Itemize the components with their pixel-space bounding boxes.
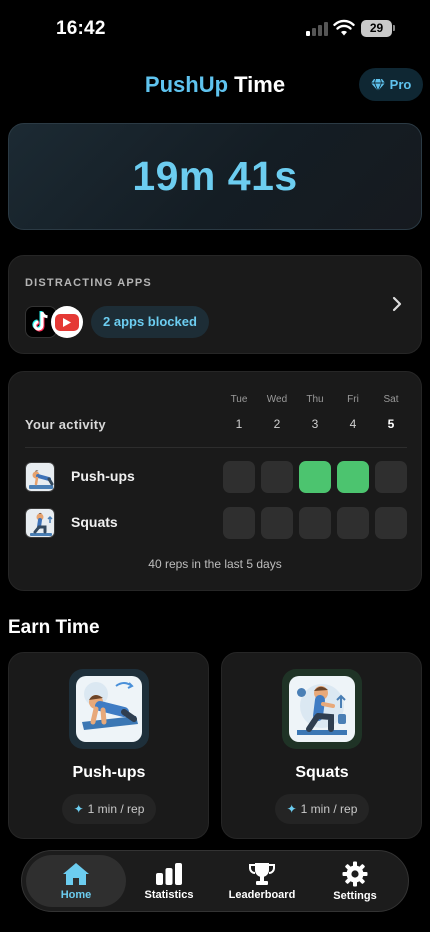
house-icon xyxy=(63,862,89,885)
squat-thumbnail-icon xyxy=(25,508,55,538)
status-time: 16:42 xyxy=(56,18,106,39)
activity-cell xyxy=(375,507,407,539)
earn-rate-text: 1 min / rep xyxy=(87,802,145,816)
activity-row-squats: Squats xyxy=(25,507,407,539)
day-name: Tue xyxy=(230,394,248,405)
day-number: 2 xyxy=(273,417,281,431)
day-number: 3 xyxy=(311,417,319,431)
tab-statistics[interactable]: Statistics xyxy=(119,855,219,907)
earn-card-title: Push-ups xyxy=(72,764,146,781)
day-name: Wed xyxy=(266,394,288,405)
diamond-icon xyxy=(370,78,385,91)
pro-label: Pro xyxy=(389,77,412,92)
wifi-icon xyxy=(333,19,355,36)
earn-rate-badge: ✦ 1 min / rep xyxy=(62,794,156,824)
time-balance-card: 19m 41s xyxy=(8,123,422,230)
tab-settings[interactable]: Settings xyxy=(305,855,405,907)
divider xyxy=(25,447,407,448)
tab-home[interactable]: Home xyxy=(26,855,126,907)
activity-cell xyxy=(223,507,255,539)
app-title-rest: Time xyxy=(228,72,286,97)
tab-leaderboard[interactable]: Leaderboard xyxy=(212,855,312,907)
activity-cell xyxy=(261,507,293,539)
pro-button[interactable]: Pro xyxy=(359,68,423,101)
status-bar: 16:42 29 xyxy=(0,0,430,58)
activity-cell xyxy=(223,461,255,493)
activity-cell-completed xyxy=(337,461,369,493)
reps-summary: 40 reps in the last 5 days xyxy=(148,557,282,571)
tab-label: Statistics xyxy=(144,888,194,901)
battery-indicator: 29 xyxy=(361,20,395,37)
squat-illustration-icon xyxy=(282,669,362,749)
trophy-icon xyxy=(249,862,275,885)
earn-card-pushups[interactable]: Push-ups ✦ 1 min / rep xyxy=(8,652,209,839)
day-number-today: 5 xyxy=(387,417,395,431)
activity-row-pushups: Push-ups xyxy=(25,461,407,493)
activity-cell xyxy=(299,507,331,539)
activity-cell xyxy=(337,507,369,539)
tab-bar: Home Statistics Leaderboard Settings xyxy=(21,850,409,912)
bar-chart-icon xyxy=(156,862,182,885)
distracting-apps-label: DISTRACTING APPS xyxy=(25,277,152,289)
exercise-name: Push-ups xyxy=(71,468,135,484)
sparkle-icon: ✦ xyxy=(73,802,84,816)
earn-time-heading: Earn Time xyxy=(8,617,100,638)
earn-rate-text: 1 min / rep xyxy=(300,802,358,816)
day-name: Fri xyxy=(347,394,359,405)
tab-label: Leaderboard xyxy=(228,888,296,901)
exercise-name: Squats xyxy=(71,514,118,530)
gear-icon xyxy=(342,861,368,886)
sparkle-icon: ✦ xyxy=(286,802,297,816)
activity-cell-completed xyxy=(299,461,331,493)
earn-card-title: Squats xyxy=(295,764,349,781)
activity-card: Tue Wed Thu Fri Sat Your activity 1 2 3 … xyxy=(8,371,422,591)
activity-cell xyxy=(375,461,407,493)
day-name: Sat xyxy=(383,394,399,405)
day-name: Thu xyxy=(306,394,324,405)
time-balance-value: 19m 41s xyxy=(132,153,298,199)
activity-cell xyxy=(261,461,293,493)
activity-title: Your activity xyxy=(25,417,106,432)
earn-card-squats[interactable]: Squats ✦ 1 min / rep xyxy=(221,652,422,839)
youtube-icon xyxy=(51,306,83,338)
tab-label: Settings xyxy=(333,889,377,902)
day-number: 4 xyxy=(349,417,357,431)
day-number: 1 xyxy=(235,417,243,431)
cellular-signal-icon xyxy=(306,22,328,36)
apps-blocked-badge: 2 apps blocked xyxy=(91,306,209,338)
chevron-right-icon[interactable] xyxy=(387,294,407,314)
earn-rate-badge: ✦ 1 min / rep xyxy=(275,794,369,824)
tab-label: Home xyxy=(60,888,92,901)
pushup-thumbnail-icon xyxy=(25,462,55,492)
pushup-illustration-icon xyxy=(69,669,149,749)
distracting-apps-card[interactable]: DISTRACTING APPS 2 apps blocked xyxy=(8,255,422,354)
app-title-accent: PushUp xyxy=(144,72,229,97)
blocked-app-icons xyxy=(25,306,85,338)
